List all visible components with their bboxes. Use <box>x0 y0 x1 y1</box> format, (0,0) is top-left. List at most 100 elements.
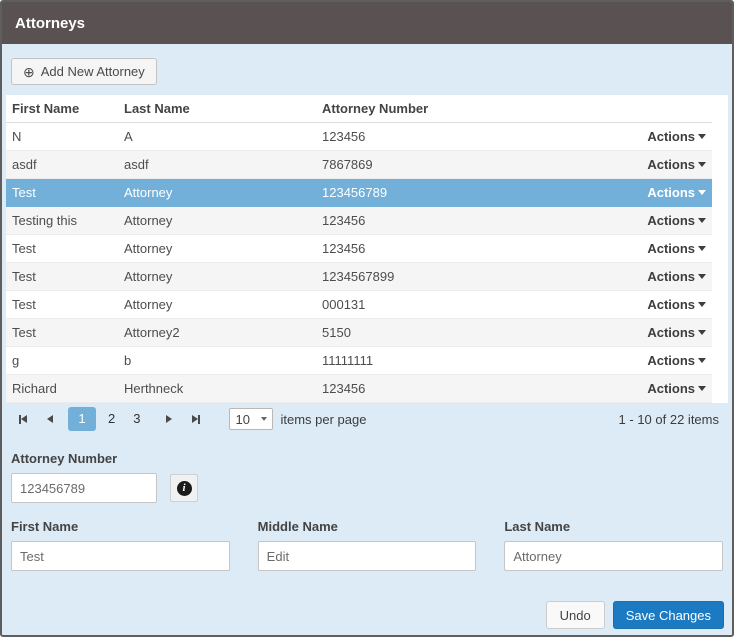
cell-number: 5150 <box>322 325 351 340</box>
attorney-number-block: Attorney Number i <box>11 451 723 503</box>
table-row[interactable]: asdf asdf 7867869 Actions <box>6 151 712 179</box>
chevron-down-icon <box>698 386 706 391</box>
chevron-down-icon <box>261 417 268 421</box>
chevron-down-icon <box>698 246 706 251</box>
cell-last: Attorney <box>124 185 173 200</box>
table-row[interactable]: Test Attorney 123456789 Actions <box>6 179 712 207</box>
add-new-attorney-label: Add New Attorney <box>40 64 145 79</box>
names-row: First Name Middle Name Last Name <box>11 519 724 571</box>
next-page-button[interactable] <box>157 409 181 429</box>
page-button-1[interactable]: 1 <box>68 407 96 431</box>
toolbar: ⊕ Add New Attorney <box>2 44 732 95</box>
save-changes-button[interactable]: Save Changes <box>612 601 724 629</box>
attorney-number-input[interactable] <box>11 473 157 503</box>
page-size-dropdown[interactable]: 10 <box>229 408 274 430</box>
chevron-down-icon <box>698 302 706 307</box>
cell-last: A <box>124 129 133 144</box>
first-name-field: First Name <box>11 519 230 571</box>
actions-label: Actions <box>647 129 695 144</box>
cell-last: b <box>124 353 132 368</box>
table-row[interactable]: Testing this Attorney 123456 Actions <box>6 207 712 235</box>
actions-label: Actions <box>647 325 695 340</box>
cell-first: Test <box>12 297 36 312</box>
row-actions-dropdown[interactable]: Actions <box>647 325 706 340</box>
chevron-down-icon <box>698 358 706 363</box>
pager: 123 10 items per page 1 - 10 of 22 items <box>2 403 732 435</box>
add-circle-icon: ⊕ <box>23 63 35 80</box>
first-name-label: First Name <box>11 519 79 534</box>
table-row[interactable]: N A 123456 Actions <box>6 123 712 151</box>
row-actions-dropdown[interactable]: Actions <box>647 129 706 144</box>
page-button-2[interactable]: 2 <box>99 407 124 431</box>
titlebar: Attorneys <box>2 2 732 44</box>
cell-first: N <box>12 129 22 144</box>
actions-cell: Actions <box>602 185 712 200</box>
actions-label: Actions <box>647 213 695 228</box>
last-name-field: Last Name <box>504 519 724 571</box>
cell-first: Testing this <box>12 213 78 228</box>
actions-label: Actions <box>647 269 695 284</box>
table-row[interactable]: Test Attorney2 5150 Actions <box>6 319 712 347</box>
row-actions-dropdown[interactable]: Actions <box>647 213 706 228</box>
page-button-3[interactable]: 3 <box>124 407 149 431</box>
first-page-button[interactable] <box>11 409 35 429</box>
cell-last: Attorney <box>124 213 173 228</box>
chevron-down-icon <box>698 330 706 335</box>
chevron-down-icon <box>698 218 706 223</box>
first-name-input[interactable] <box>11 541 230 571</box>
table-row[interactable]: Test Attorney 000131 Actions <box>6 291 712 319</box>
row-actions-dropdown[interactable]: Actions <box>647 297 706 312</box>
attorneys-widget: Attorneys ⊕ Add New Attorney First Name … <box>0 0 734 637</box>
cell-last: Herthneck <box>124 381 184 396</box>
actions-label: Actions <box>647 297 695 312</box>
info-icon: i <box>176 480 192 496</box>
row-actions-dropdown[interactable]: Actions <box>647 157 706 172</box>
cell-last: Attorney <box>124 241 173 256</box>
cell-last: Attorney <box>124 269 173 284</box>
row-actions-dropdown[interactable]: Actions <box>647 381 706 396</box>
middle-name-input[interactable] <box>257 541 477 571</box>
chevron-down-icon <box>698 162 706 167</box>
actions-cell: Actions <box>602 325 712 340</box>
last-page-button[interactable] <box>184 409 208 429</box>
table-row[interactable]: Test Attorney 123456 Actions <box>6 235 712 263</box>
cell-last: Attorney2 <box>124 325 180 340</box>
items-per-page-label: items per page <box>280 411 367 427</box>
actions-cell: Actions <box>602 353 712 368</box>
cell-number: 11111111 <box>322 353 374 368</box>
grid-header-row: First Name Last Name Attorney Number <box>6 95 712 123</box>
arrow-right-icon <box>166 415 173 423</box>
actions-cell: Actions <box>602 129 712 144</box>
cell-number: 123456 <box>322 241 366 256</box>
panel: ⊕ Add New Attorney First Name Last Name … <box>2 44 732 635</box>
chevron-down-icon <box>698 190 706 195</box>
table-row[interactable]: Richard Herthneck 123456 Actions <box>6 375 712 403</box>
info-button[interactable]: i <box>170 474 198 502</box>
table-row[interactable]: Test Attorney 1234567899 Actions <box>6 263 712 291</box>
table-row[interactable]: g b 11111111 Actions <box>6 347 712 375</box>
column-header-attorney-number[interactable]: Attorney Number <box>316 101 602 116</box>
form-footer: Undo Save Changes <box>545 601 724 629</box>
row-actions-dropdown[interactable]: Actions <box>647 353 706 368</box>
cell-last: asdf <box>124 157 149 172</box>
row-actions-dropdown[interactable]: Actions <box>647 269 706 284</box>
middle-name-label: Middle Name <box>257 519 338 534</box>
row-actions-dropdown[interactable]: Actions <box>647 241 706 256</box>
cell-last: Attorney <box>124 297 173 312</box>
undo-button[interactable]: Undo <box>545 601 605 629</box>
actions-label: Actions <box>647 185 695 200</box>
last-name-input[interactable] <box>504 541 724 571</box>
actions-label: Actions <box>647 157 695 172</box>
previous-page-button[interactable] <box>38 409 62 429</box>
actions-cell: Actions <box>602 269 712 284</box>
chevron-down-icon <box>698 134 706 139</box>
cell-number: 7867869 <box>322 157 373 172</box>
actions-label: Actions <box>647 241 695 256</box>
cell-number: 123456 <box>322 129 366 144</box>
add-new-attorney-button[interactable]: ⊕ Add New Attorney <box>11 58 157 85</box>
cell-number: 1234567899 <box>322 269 395 284</box>
cell-number: 123456 <box>322 381 366 396</box>
column-header-first-name[interactable]: First Name <box>6 101 118 116</box>
row-actions-dropdown[interactable]: Actions <box>647 185 706 200</box>
column-header-last-name[interactable]: Last Name <box>118 101 316 116</box>
